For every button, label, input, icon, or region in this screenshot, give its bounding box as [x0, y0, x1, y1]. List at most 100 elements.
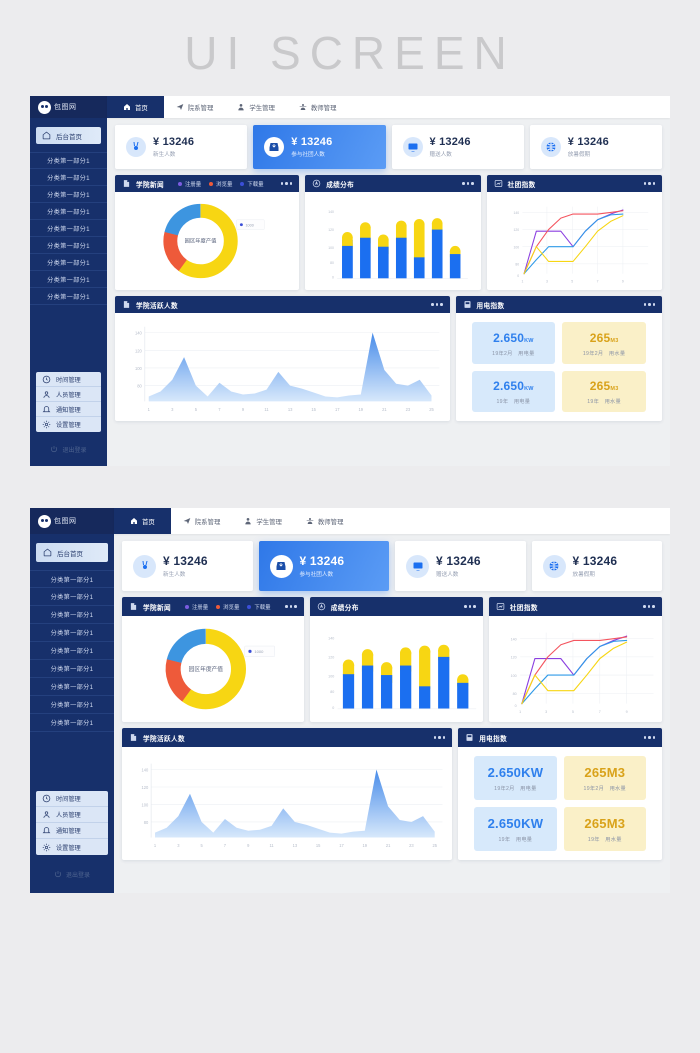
- tab-department-management[interactable]: 院系管理: [164, 96, 226, 118]
- tab-home[interactable]: 首页: [114, 508, 171, 534]
- sidebar-item-settings-management[interactable]: 设置管理: [36, 417, 101, 432]
- donut-chart: 园区年度产值 1000: [115, 192, 299, 290]
- panel-title: 成绩分布: [326, 181, 355, 189]
- svg-text:9: 9: [622, 280, 624, 284]
- sidebar-item-category[interactable]: 分类第一部分1: [30, 220, 107, 237]
- metric-value: 265: [584, 765, 607, 780]
- metric-card-electricity-year: 2.650KW 19年 用电量: [474, 807, 557, 851]
- more-icon[interactable]: [462, 182, 474, 185]
- more-icon[interactable]: [280, 182, 293, 185]
- metric-value: 2.650: [493, 330, 525, 345]
- logout-button[interactable]: 退出登录: [30, 432, 107, 466]
- dashboard-preview-small: 包图网 后台首页 分类第一部分1 分类第一部分1 分类第一部分1 分类第一部分1…: [30, 96, 670, 466]
- stat-card-holiday[interactable]: ¥ 13246 放暑假期: [531, 541, 662, 591]
- main-area: 首页 院系管理 学生管理 教师管理 ¥ 13246 新生人数 ¥ 13246 参…: [107, 96, 670, 466]
- sidebar-item-notice-management[interactable]: 通知管理: [36, 402, 101, 417]
- sidebar-item-category[interactable]: 分类第一部分1: [30, 678, 114, 696]
- stat-card-holiday[interactable]: ¥ 13246 放暑假期: [529, 125, 662, 169]
- send-icon: [176, 104, 184, 110]
- sidebar-item-category[interactable]: 分类第一部分1: [30, 660, 114, 678]
- tooltip-value: 1000: [245, 223, 253, 227]
- sidebar-item-time-management[interactable]: 时间管理: [36, 372, 101, 387]
- sidebar-item-category[interactable]: 分类第一部分1: [30, 152, 107, 169]
- sidebar-item-notice-management[interactable]: 通知管理: [36, 823, 108, 839]
- more-icon[interactable]: [464, 605, 476, 608]
- panel-title: 成绩分布: [330, 604, 359, 612]
- more-icon[interactable]: [285, 605, 297, 608]
- sidebar-item-category[interactable]: 分类第一部分1: [30, 203, 107, 220]
- sidebar-item-home[interactable]: 后台首页: [36, 543, 108, 562]
- metric-value: 2.650: [487, 816, 522, 831]
- sidebar-item-category[interactable]: 分类第一部分1: [30, 254, 107, 271]
- logout-button[interactable]: 退出登录: [30, 855, 114, 893]
- stat-card-row: ¥ 13246 新生人数 ¥ 13246 参与社团人数 ¥ 13246 赠送人数…: [122, 541, 662, 591]
- svg-text:140: 140: [513, 211, 519, 215]
- more-icon[interactable]: [643, 182, 655, 185]
- sidebar-item-category[interactable]: 分类第一部分1: [30, 624, 114, 642]
- bar-group: [342, 644, 469, 709]
- more-icon[interactable]: [643, 303, 655, 306]
- svg-text:0: 0: [517, 274, 519, 278]
- tab-label: 首页: [142, 518, 155, 526]
- sidebar-item-category[interactable]: 分类第一部分1: [30, 642, 114, 660]
- more-icon[interactable]: [643, 605, 655, 608]
- more-icon[interactable]: [643, 736, 655, 739]
- area-series: [148, 332, 432, 402]
- metric-unit: M3: [610, 386, 619, 393]
- legend-dot-icon: [247, 604, 252, 609]
- more-icon[interactable]: [433, 736, 446, 739]
- metric-unit: KW: [524, 337, 534, 344]
- svg-text:0: 0: [515, 704, 517, 708]
- svg-text:100: 100: [328, 675, 334, 679]
- more-icon[interactable]: [431, 303, 443, 306]
- tab-student-management[interactable]: 学生管理: [225, 96, 287, 118]
- stat-label: 放暑假期: [572, 572, 595, 578]
- bar-group: [342, 218, 461, 279]
- tab-student-management[interactable]: 学生管理: [232, 508, 294, 534]
- stat-card-gift-count[interactable]: ¥ 13246 赠送人数: [395, 541, 526, 591]
- sidebar-item-staff-management[interactable]: 人员管理: [36, 387, 101, 402]
- tab-home[interactable]: 首页: [107, 96, 164, 118]
- sidebar-item-category[interactable]: 分类第一部分1: [30, 606, 114, 624]
- tab-teacher-management[interactable]: 教师管理: [287, 96, 349, 118]
- stat-value: ¥ 13246: [163, 554, 208, 568]
- sidebar-item-category[interactable]: 分类第一部分1: [30, 288, 107, 305]
- chart-row-top: 学院新闻 注册量 浏览量 下载量 园区年度产值 1000 成绩分布 140 12…: [115, 175, 662, 290]
- svg-text:80: 80: [330, 261, 334, 265]
- stat-card-new-students[interactable]: ¥ 13246 新生人数: [122, 541, 253, 591]
- sidebar-tool-label: 通知管理: [56, 828, 81, 835]
- sidebar-item-category[interactable]: 分类第一部分1: [30, 271, 107, 288]
- sidebar-tool-label: 时间管理: [56, 796, 81, 803]
- tab-label: 学生管理: [249, 104, 275, 112]
- svg-text:7: 7: [224, 843, 227, 848]
- legend-label: 浏览量: [223, 604, 240, 611]
- dashboard-content: ¥ 13246 新生人数 ¥ 13246 参与社团人数 ¥ 13246 赠送人数…: [107, 118, 670, 466]
- sidebar-item-category[interactable]: 分类第一部分1: [30, 186, 107, 203]
- tab-department-management[interactable]: 院系管理: [171, 508, 233, 534]
- stat-card-new-students[interactable]: ¥ 13246 新生人数: [115, 125, 248, 169]
- legend-item: 浏览量: [209, 180, 232, 188]
- panel-club-index: 社团指数 140 120 100 80 0 1 3 5 7 9: [488, 597, 662, 722]
- top-navigation: 首页 院系管理 学生管理 教师管理: [114, 508, 670, 534]
- sidebar-item-category[interactable]: 分类第一部分1: [30, 570, 114, 588]
- stat-value: ¥ 13246: [436, 554, 481, 568]
- stat-card-club-members[interactable]: ¥ 13246 参与社团人数: [253, 125, 386, 169]
- sidebar-item-category[interactable]: 分类第一部分1: [30, 696, 114, 714]
- sidebar-item-category[interactable]: 分类第一部分1: [30, 237, 107, 254]
- sidebar-item-category[interactable]: 分类第一部分1: [30, 169, 107, 186]
- user-icon: [43, 811, 50, 818]
- document-icon: [123, 301, 130, 308]
- panel-college-news: 学院新闻 注册量 浏览量 下载量 园区年度产值 1000: [115, 175, 300, 290]
- stat-card-gift-count[interactable]: ¥ 13246 赠送人数: [391, 125, 524, 169]
- svg-text:80: 80: [515, 263, 519, 267]
- sidebar-item-category[interactable]: 分类第一部分1: [30, 714, 114, 732]
- stat-card-club-members[interactable]: ¥ 13246 参与社团人数: [258, 541, 389, 591]
- sidebar-item-home[interactable]: 后台首页: [36, 127, 101, 144]
- tab-teacher-management[interactable]: 教师管理: [294, 508, 356, 534]
- sidebar-item-category[interactable]: 分类第一部分1: [30, 588, 114, 606]
- sidebar-item-settings-management[interactable]: 设置管理: [36, 839, 108, 855]
- sidebar-item-time-management[interactable]: 时间管理: [36, 791, 108, 807]
- sidebar-item-staff-management[interactable]: 人员管理: [36, 807, 108, 823]
- legend-dot-icon: [184, 604, 189, 609]
- panel-title: 用电指数: [479, 735, 508, 743]
